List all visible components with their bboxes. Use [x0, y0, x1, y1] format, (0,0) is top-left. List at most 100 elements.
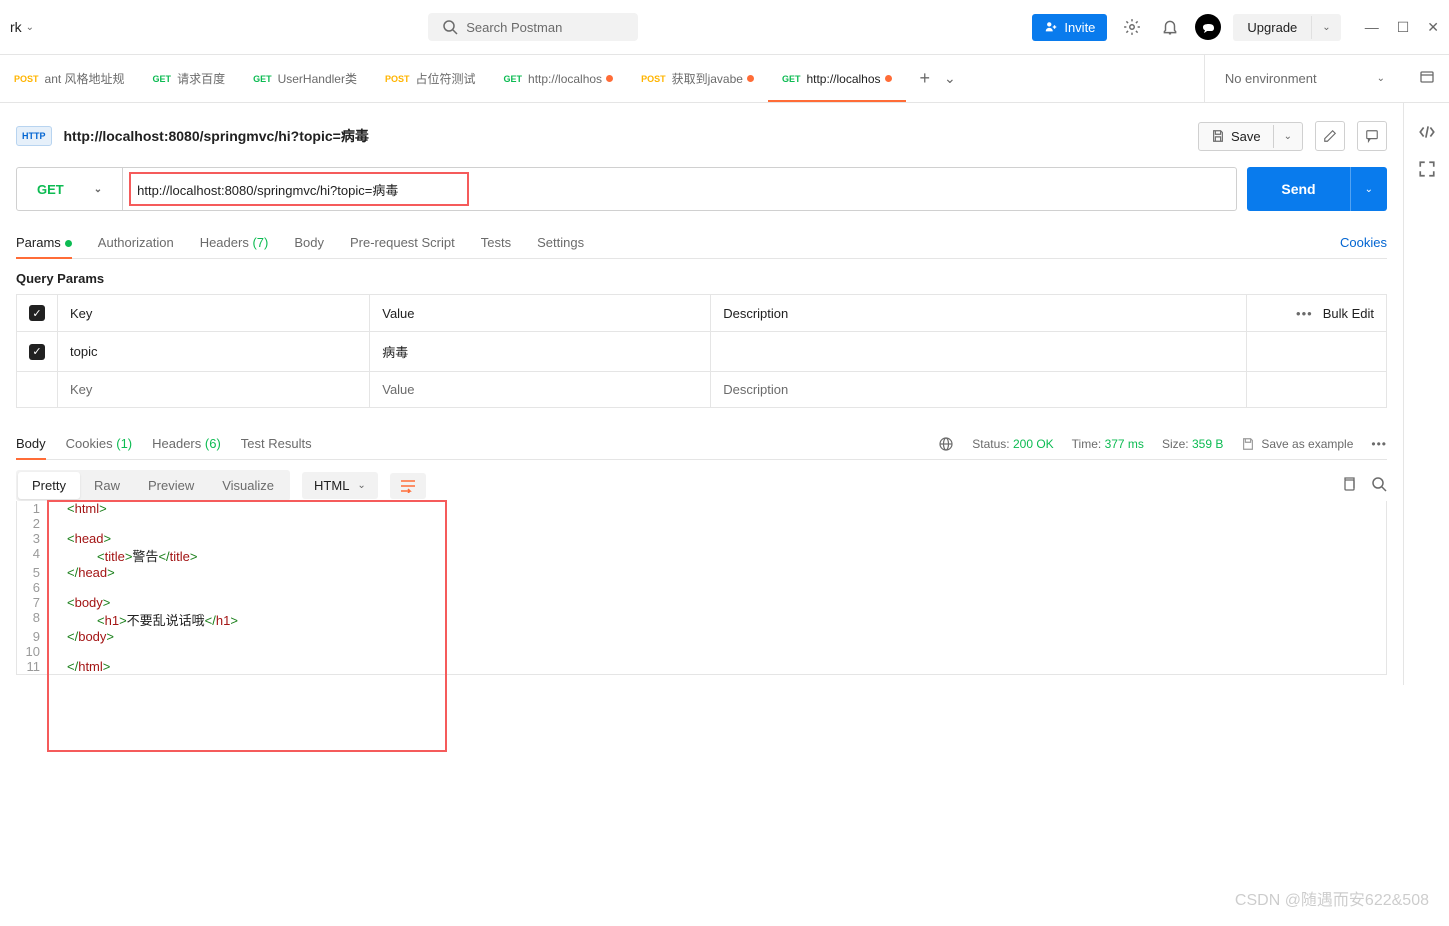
search-response-icon[interactable]	[1371, 476, 1387, 495]
format-selector[interactable]: HTML⌄	[302, 472, 378, 499]
unsaved-dot	[885, 75, 892, 82]
url-input[interactable]: http://localhost:8080/springmvc/hi?topic…	[123, 168, 1236, 210]
tab-localhost2[interactable]: GEThttp://localhos	[768, 55, 906, 102]
param-value-placeholder[interactable]: Value	[370, 372, 711, 408]
checkbox[interactable]: ✓	[29, 305, 45, 321]
chevron-down-icon: ⌄	[1311, 16, 1340, 39]
tab-userhandler[interactable]: GETUserHandler类	[239, 55, 371, 102]
tab-body[interactable]: Body	[294, 227, 324, 258]
params-table: ✓ Key Value Description ••• Bulk Edit ✓ t…	[16, 294, 1387, 408]
tab-resp-headers[interactable]: Headers (6)	[152, 428, 221, 459]
http-badge: HTTP	[16, 126, 52, 146]
tab-resp-cookies[interactable]: Cookies (1)	[66, 428, 132, 459]
checkbox[interactable]: ✓	[29, 344, 45, 360]
edit-icon[interactable]	[1315, 121, 1345, 151]
right-sidebar	[1403, 103, 1449, 685]
unsaved-dot	[747, 75, 754, 82]
tab-resp-body[interactable]: Body	[16, 428, 46, 459]
minimize-button[interactable]: —	[1365, 19, 1379, 36]
globe-icon	[938, 436, 954, 452]
chevron-down-icon: ⌄	[94, 184, 102, 195]
chevron-down-icon: ⌄	[1273, 125, 1302, 148]
notifications-icon[interactable]	[1157, 14, 1183, 40]
indicator-dot	[65, 240, 72, 247]
tab-localhost1[interactable]: GEThttp://localhos	[490, 55, 628, 102]
comment-icon[interactable]	[1357, 121, 1387, 151]
new-tab-button[interactable]: +	[920, 68, 931, 89]
table-row-empty: Key Value Description	[17, 372, 1387, 408]
method-url-group: GET⌄ http://localhost:8080/springmvc/hi?…	[16, 167, 1237, 211]
main: HTTP http://localhost:8080/springmvc/hi?…	[0, 103, 1449, 685]
unsaved-dot	[606, 75, 613, 82]
param-value[interactable]: 病毒	[370, 332, 711, 372]
col-key: Key	[58, 295, 370, 332]
url-row: GET⌄ http://localhost:8080/springmvc/hi?…	[16, 167, 1387, 211]
param-key-placeholder[interactable]: Key	[58, 372, 370, 408]
invite-button[interactable]: Invite	[1032, 14, 1107, 41]
close-button[interactable]: ✕	[1427, 19, 1439, 36]
tab-ant[interactable]: POSTant 风格地址规	[0, 55, 139, 102]
wrap-button[interactable]	[390, 473, 426, 499]
view-controls: Pretty Raw Preview Visualize HTML⌄	[16, 470, 1387, 501]
save-icon	[1211, 129, 1225, 143]
tab-headers[interactable]: Headers (7)	[200, 227, 269, 258]
tab-tests[interactable]: Tests	[481, 227, 511, 258]
view-raw[interactable]: Raw	[80, 472, 134, 499]
chevron-down-icon: ⌄	[26, 22, 34, 33]
tab-resp-tests[interactable]: Test Results	[241, 428, 312, 459]
expand-icon[interactable]	[1418, 160, 1436, 181]
view-pretty[interactable]: Pretty	[18, 472, 80, 499]
request-header: HTTP http://localhost:8080/springmvc/hi?…	[16, 113, 1387, 167]
upgrade-button[interactable]: Upgrade ⌄	[1233, 14, 1340, 41]
tab-javabean[interactable]: POST获取到javabe	[627, 55, 768, 102]
param-desc-placeholder[interactable]: Description	[711, 372, 1247, 408]
environment-quick-look[interactable]	[1405, 69, 1449, 88]
save-icon	[1241, 437, 1255, 451]
method-selector[interactable]: GET⌄	[17, 168, 123, 210]
copy-icon[interactable]	[1341, 476, 1357, 495]
tab-authorization[interactable]: Authorization	[98, 227, 174, 258]
param-desc[interactable]	[711, 332, 1247, 372]
view-visualize[interactable]: Visualize	[208, 472, 288, 499]
tab-menu-button[interactable]: ⌄	[944, 70, 956, 87]
chevron-down-icon: ⌄	[1350, 167, 1387, 211]
tabbar: POSTant 风格地址规 GET请求百度 GETUserHandler类 PO…	[0, 55, 1449, 103]
cookies-link[interactable]: Cookies	[1340, 227, 1387, 258]
environment-selector[interactable]: No environment⌄	[1204, 55, 1405, 102]
response-meta: Status: 200 OK Time: 377 ms Size: 359 B …	[938, 436, 1387, 452]
more-icon[interactable]: •••	[1371, 437, 1387, 451]
tab-prerequest[interactable]: Pre-request Script	[350, 227, 455, 258]
tab-placeholder[interactable]: POST占位符测试	[371, 55, 490, 102]
tab-params[interactable]: Params	[16, 227, 72, 258]
bulk-edit-link[interactable]: Bulk Edit	[1323, 306, 1374, 321]
send-button[interactable]: Send ⌄	[1247, 167, 1387, 211]
response-body[interactable]: 1<html> 2 3<head> 4<title>警告</title> 5</…	[16, 501, 1387, 675]
avatar[interactable]	[1195, 14, 1221, 40]
response-tabs: Body Cookies (1) Headers (6) Test Result…	[16, 428, 1387, 460]
tab-baidu[interactable]: GET请求百度	[139, 55, 240, 102]
param-key[interactable]: topic	[58, 332, 370, 372]
tab-settings[interactable]: Settings	[537, 227, 584, 258]
watermark: CSDN @随遇而安622&508	[1235, 886, 1429, 910]
save-example-button[interactable]: Save as example	[1241, 437, 1353, 451]
table-row: ✓ topic 病毒	[17, 332, 1387, 372]
more-icon[interactable]: •••	[1296, 306, 1313, 321]
col-desc: Description	[711, 295, 1247, 332]
query-params-title: Query Params	[16, 271, 1387, 286]
top-actions: Invite Upgrade ⌄ — ☐ ✕	[1032, 14, 1439, 41]
workspace-selector[interactable]: rk⌄	[10, 19, 34, 35]
maximize-button[interactable]: ☐	[1397, 19, 1410, 36]
view-preview[interactable]: Preview	[134, 472, 208, 499]
request-title: http://localhost:8080/springmvc/hi?topic…	[64, 126, 1186, 146]
settings-icon[interactable]	[1119, 14, 1145, 40]
save-button[interactable]: Save ⌄	[1198, 122, 1303, 151]
search-input[interactable]: Search Postman	[428, 13, 638, 41]
chevron-down-icon: ⌄	[357, 480, 365, 491]
request-tabs: Params Authorization Headers (7) Body Pr…	[16, 227, 1387, 259]
topbar: rk⌄ Search Postman Invite Upgrade ⌄ — ☐ …	[0, 0, 1449, 55]
col-value: Value	[370, 295, 711, 332]
content: HTTP http://localhost:8080/springmvc/hi?…	[0, 103, 1403, 685]
code-icon[interactable]	[1418, 123, 1436, 144]
table-header-row: ✓ Key Value Description ••• Bulk Edit	[17, 295, 1387, 332]
search-icon	[442, 19, 458, 35]
